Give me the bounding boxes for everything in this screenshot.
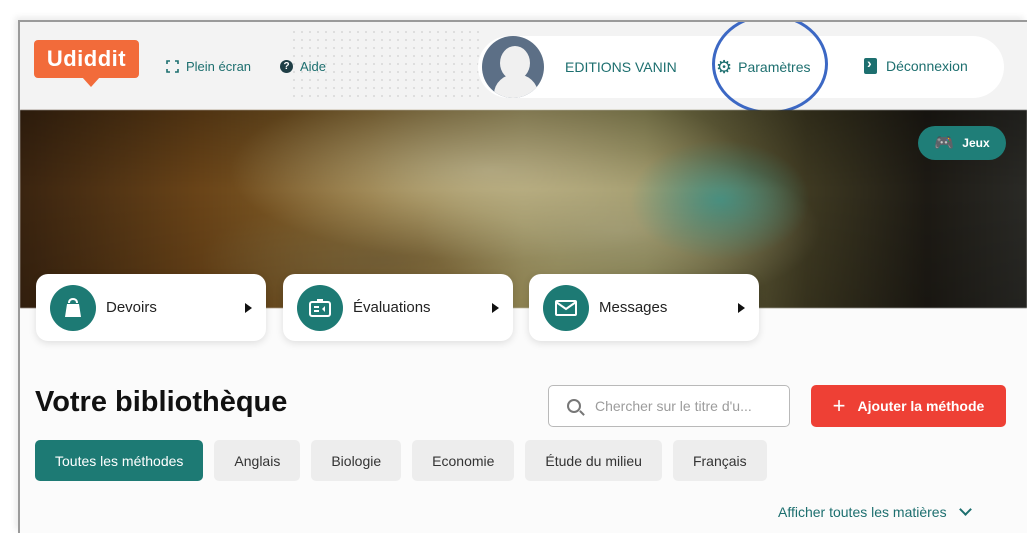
top-header: Udiddit Plein écran ? Aide EDITIONS VANI…	[20, 22, 1027, 114]
annotation-circle	[712, 22, 828, 114]
card-label: Devoirs	[106, 299, 157, 316]
search-box[interactable]	[548, 385, 790, 427]
avatar-head-shape	[500, 46, 530, 80]
logo-text: Udiddit	[46, 46, 127, 71]
card-messages[interactable]: Messages	[529, 274, 759, 341]
help-label: Aide	[300, 59, 327, 74]
card-devoirs[interactable]: Devoirs	[36, 274, 266, 341]
caret-right-icon	[245, 302, 252, 313]
add-method-button[interactable]: + Ajouter la méthode	[811, 385, 1006, 427]
avatar[interactable]	[482, 36, 544, 98]
logout-button[interactable]: Déconnexion	[864, 55, 968, 74]
fullscreen-button[interactable]: Plein écran	[166, 59, 251, 74]
help-button[interactable]: ? Aide	[280, 59, 326, 74]
add-method-label: Ajouter la méthode	[857, 398, 985, 414]
gamepad-icon: 🎮	[934, 135, 955, 152]
caret-right-icon	[492, 302, 499, 313]
games-button[interactable]: 🎮 Jeux	[918, 126, 1006, 160]
udiddit-logo[interactable]: Udiddit	[34, 40, 139, 87]
subject-filters: Toutes les méthodes Anglais Biologie Eco…	[35, 440, 767, 481]
card-evaluations[interactable]: Évaluations	[283, 274, 513, 341]
library-title: Votre bibliothèque	[35, 386, 288, 418]
show-all-subjects-link[interactable]: Afficher toutes les matières	[778, 503, 972, 520]
filter-economie[interactable]: Economie	[412, 440, 515, 481]
search-icon	[567, 399, 581, 413]
help-icon: ?	[280, 60, 293, 73]
bag-icon	[50, 284, 96, 331]
fullscreen-icon	[166, 60, 179, 73]
caret-right-icon	[738, 302, 745, 313]
filter-etude-du-milieu[interactable]: Étude du milieu	[525, 440, 662, 481]
filter-biologie[interactable]: Biologie	[311, 440, 402, 481]
show-all-label: Afficher toutes les matières	[778, 504, 947, 520]
logout-icon	[864, 55, 877, 74]
card-label: Messages	[599, 299, 668, 316]
envelope-icon	[543, 284, 589, 331]
games-label: Jeux	[962, 136, 990, 150]
filter-anglais[interactable]: Anglais	[214, 440, 301, 481]
card-label: Évaluations	[353, 299, 431, 316]
search-input[interactable]	[595, 398, 765, 414]
filter-francais[interactable]: Français	[672, 440, 767, 481]
evaluation-icon	[297, 284, 343, 331]
logout-label: Déconnexion	[886, 58, 968, 74]
plus-icon: +	[832, 393, 846, 418]
app-window: Udiddit Plein écran ? Aide EDITIONS VANI…	[18, 20, 1027, 533]
filter-all-methods[interactable]: Toutes les méthodes	[35, 440, 204, 481]
fullscreen-label: Plein écran	[186, 59, 252, 74]
username[interactable]: EDITIONS VANIN	[565, 59, 677, 75]
chevron-down-icon	[958, 503, 972, 516]
